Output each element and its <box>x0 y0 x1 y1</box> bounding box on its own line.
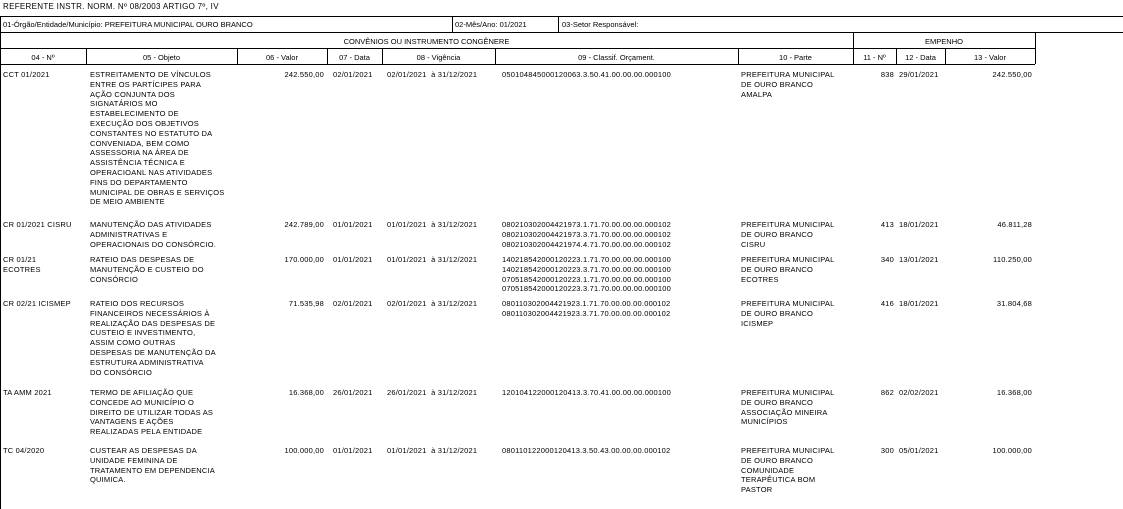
cell-objeto: RATEIO DAS DESPESAS DE MANUTENÇÃO E CUST… <box>90 255 204 284</box>
col-header-parte: 10 - Parte <box>779 53 812 62</box>
cell-vigencia: 02/01/2021 à 31/12/2021 <box>387 70 478 79</box>
col-header-data: 07 - Data <box>339 53 370 62</box>
cell-valor: 16.368,00 <box>288 388 324 397</box>
cell-empenho-data: 05/01/2021 <box>899 446 939 455</box>
divider <box>558 16 559 32</box>
cell-classif: 140218542000120223.1.71.70.00.00.00.0001… <box>502 255 671 294</box>
col-header-empenho-valor: 13 - Valor <box>974 53 1006 62</box>
col-header-classif: 09 - Classif. Orçament. <box>578 53 655 62</box>
cell-vigencia: 01/01/2021 à 31/12/2021 <box>387 255 478 264</box>
cell-numero: CR 01/2021 CISRU <box>3 220 72 229</box>
cell-empenho-data: 18/01/2021 <box>899 299 939 308</box>
cell-empenho-valor: 110.250,00 <box>993 255 1032 264</box>
cell-parte: PREFEITURA MUNICIPAL DE OURO BRANCO COMU… <box>741 446 835 495</box>
cell-empenho-data: 18/01/2021 <box>899 220 939 229</box>
cell-numero: TC 04/2020 <box>3 446 45 455</box>
col-header-vigencia: 08 - Vigência <box>416 53 461 62</box>
divider <box>0 48 1035 49</box>
cell-numero: CR 01/21 ECOTRES <box>3 255 41 274</box>
cell-empenho-valor: 242.550,00 <box>992 70 1032 79</box>
cell-empenho-numero: 340 <box>880 255 894 264</box>
empenho-group-header: EMPENHO <box>925 37 963 46</box>
col-header-valor: 06 - Valor <box>266 53 298 62</box>
cell-data: 01/01/2021 <box>333 255 373 264</box>
cell-parte: PREFEITURA MUNICIPAL DE OURO BRANCO AMAL… <box>741 70 835 99</box>
cell-numero: TA AMM 2021 <box>3 388 52 397</box>
cell-valor: 170.000,00 <box>284 255 324 264</box>
orgao-field: 01-Órgão/Entidade/Município: PREFEITURA … <box>3 20 253 29</box>
cell-empenho-data: 02/02/2021 <box>899 388 939 397</box>
cell-data: 26/01/2021 <box>333 388 373 397</box>
cell-empenho-numero: 862 <box>880 388 894 397</box>
cell-classif: 120104122000120413.3.70.41.00.00.00.0001… <box>502 388 671 397</box>
mes-ano-field: 02-Mês/Ano: 01/2021 <box>455 20 527 29</box>
cell-classif: 080110302004421923.1.71.70.00.00.00.0001… <box>502 299 671 318</box>
cell-classif: 080210302004421973.1.71.70.00.00.00.0001… <box>502 220 671 249</box>
report-title: REFERENTE INSTR. NORM. Nº 08/2003 ARTIGO… <box>3 2 219 11</box>
cell-data: 02/01/2021 <box>333 70 373 79</box>
cell-vigencia: 01/01/2021 à 31/12/2021 <box>387 220 478 229</box>
cell-empenho-numero: 838 <box>880 70 894 79</box>
cell-objeto: MANUTENÇÃO DAS ATIVIDADES ADMINISTRATIVA… <box>90 220 217 249</box>
cell-vigencia: 01/01/2021 à 31/12/2021 <box>387 446 478 455</box>
cell-empenho-numero: 416 <box>880 299 894 308</box>
cell-vigencia: 02/01/2021 à 31/12/2021 <box>387 299 478 308</box>
col-header-numero: 04 - Nº <box>31 53 55 62</box>
cell-objeto: CUSTEAR AS DESPESAS DA UNIDADE FEMININA … <box>90 446 216 485</box>
col-header-empenho-numero: 11 - Nº <box>863 53 886 62</box>
cell-empenho-numero: 300 <box>880 446 894 455</box>
cell-objeto: ESTREITAMENTO DE VÍNCULOS ENTRE OS PARTÍ… <box>90 70 225 207</box>
cell-valor: 100.000,00 <box>284 446 324 455</box>
cell-parte: PREFEITURA MUNICIPAL DE OURO BRANCO ASSO… <box>741 388 835 427</box>
cell-objeto: RATEIO DOS RECURSOS FINANCEIROS NECESSÁR… <box>90 299 216 377</box>
cell-empenho-valor: 16.368,00 <box>996 388 1032 397</box>
divider <box>1035 32 1036 64</box>
convenios-group-header: CONVÊNIOS OU INSTRUMENTO CONGÊNERE <box>343 37 510 46</box>
cell-parte: PREFEITURA MUNICIPAL DE OURO BRANCO ICIS… <box>741 299 835 328</box>
cell-vigencia: 26/01/2021 à 31/12/2021 <box>387 388 478 397</box>
divider <box>452 16 453 32</box>
cell-classif: 080110122000120413.3.50.43.00.00.00.0001… <box>502 446 671 455</box>
cell-empenho-data: 13/01/2021 <box>899 255 939 264</box>
divider <box>0 32 1123 33</box>
divider <box>0 64 1035 65</box>
cell-valor: 242.789,00 <box>284 220 324 229</box>
col-header-empenho-data: 12 - Data <box>905 53 936 62</box>
cell-data: 01/01/2021 <box>333 220 373 229</box>
cell-empenho-valor: 100.000,00 <box>992 446 1032 455</box>
cell-valor: 71.535,98 <box>288 299 324 308</box>
cell-empenho-valor: 46.811,28 <box>997 220 1032 229</box>
divider <box>0 16 1 509</box>
cell-empenho-valor: 31.804,68 <box>996 299 1032 308</box>
cell-valor: 242.550,00 <box>284 70 324 79</box>
col-header-objeto: 05 - Objeto <box>142 53 181 62</box>
cell-classif: 050104845000120063.3.50.41.00.00.00.0001… <box>502 70 671 79</box>
cell-objeto: TERMO DE AFILIAÇÃO QUE CONCEDE AO MUNICÍ… <box>90 388 214 437</box>
cell-data: 02/01/2021 <box>333 299 373 308</box>
divider <box>0 16 1123 17</box>
cell-numero: CR 02/21 ICISMEP <box>3 299 71 308</box>
cell-empenho-numero: 413 <box>880 220 894 229</box>
cell-numero: CCT 01/2021 <box>3 70 50 79</box>
cell-parte: PREFEITURA MUNICIPAL DE OURO BRANCO CISR… <box>741 220 835 249</box>
setor-field: 03-Setor Responsável: <box>562 20 639 29</box>
cell-parte: PREFEITURA MUNICIPAL DE OURO BRANCO ECOT… <box>741 255 835 284</box>
cell-data: 01/01/2021 <box>333 446 373 455</box>
cell-empenho-data: 29/01/2021 <box>899 70 939 79</box>
